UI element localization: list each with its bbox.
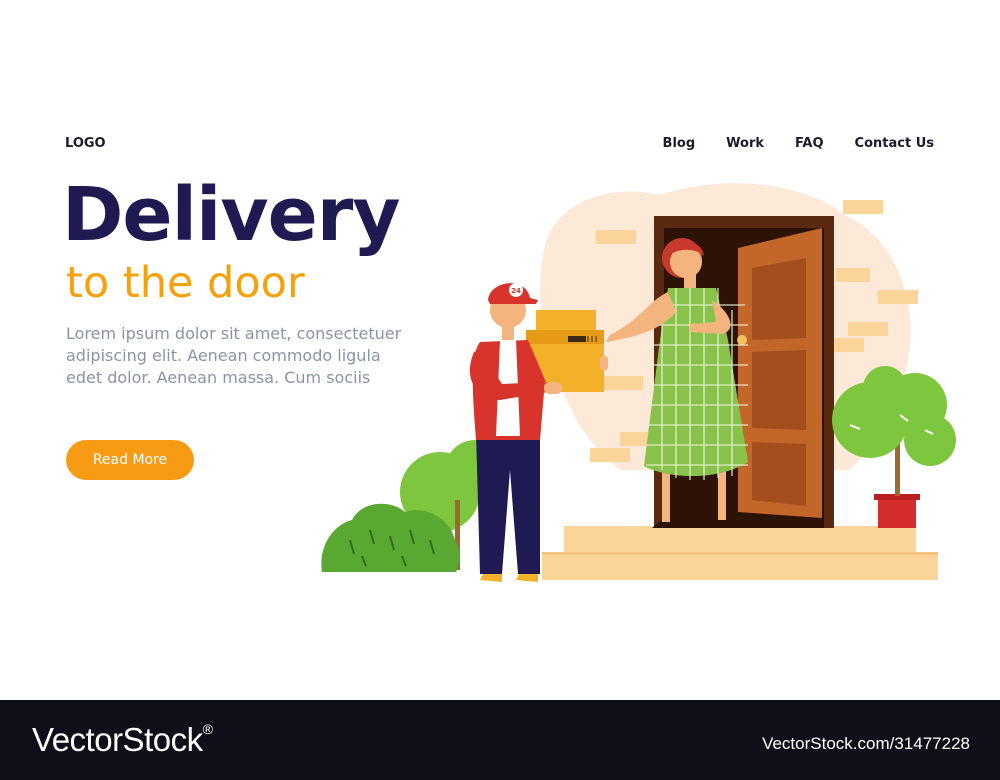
nav-blog[interactable]: Blog	[663, 136, 696, 151]
main-nav: Blog Work FAQ Contact Us	[663, 136, 934, 151]
porch-steps	[542, 526, 938, 580]
logo[interactable]: LOGO	[65, 136, 106, 151]
landing-page: LOGO Blog Work FAQ Contact Us Delivery t…	[0, 0, 1000, 700]
delivery-illustration: 24	[321, 183, 956, 582]
registered-mark: ®	[202, 721, 213, 737]
watermark-bar: VectorStock® VectorStock.com/31477228	[0, 700, 1000, 780]
open-door	[737, 228, 822, 518]
nav-faq[interactable]: FAQ	[795, 136, 824, 151]
watermark-brand: VectorStock®	[32, 721, 213, 759]
nav-work[interactable]: Work	[726, 136, 764, 151]
cap-badge: 24	[511, 287, 521, 295]
potted-plant	[832, 366, 956, 528]
nav-contact-us[interactable]: Contact Us	[855, 136, 934, 151]
hero-subtitle: to the door	[66, 258, 305, 308]
brand-name: VectorStock	[32, 721, 203, 758]
watermark-image-id: VectorStock.com/31477228	[762, 734, 970, 753]
read-more-button[interactable]: Read More	[66, 440, 194, 480]
